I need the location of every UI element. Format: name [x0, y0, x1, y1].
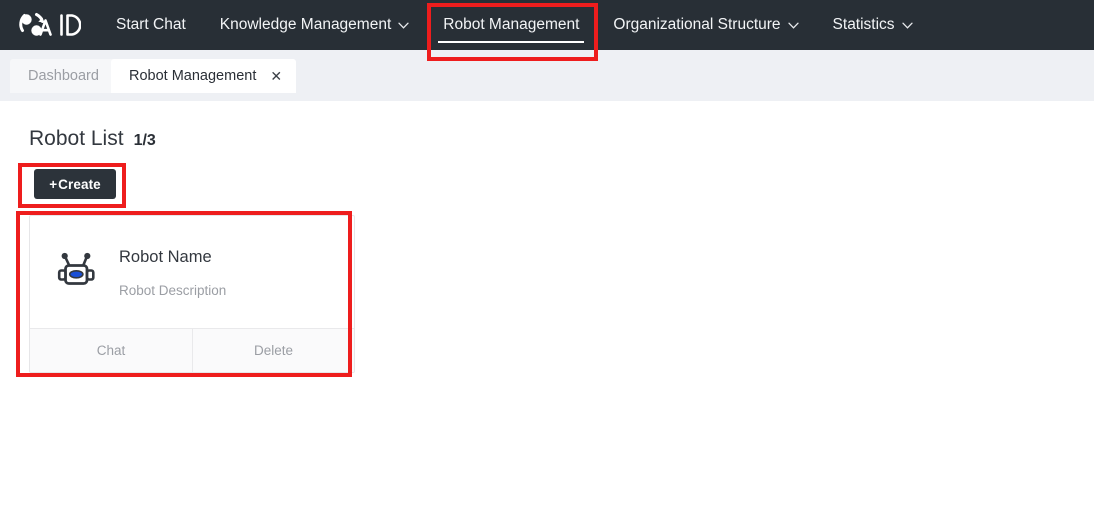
chevron-down-icon	[398, 16, 409, 34]
active-nav-underline	[438, 41, 585, 43]
nav-item-label: Knowledge Management	[219, 16, 392, 33]
nav-item-label: Organizational Structure	[613, 16, 781, 33]
robot-card[interactable]: Robot Name Robot Description Chat Delete	[29, 215, 355, 373]
delete-button-label: Delete	[253, 343, 294, 358]
robot-head-icon	[57, 252, 95, 285]
nav-item-label: Statistics	[832, 16, 895, 33]
chat-button[interactable]: Chat	[30, 329, 192, 372]
nav-item-label: Start Chat	[116, 16, 186, 33]
nav-item-robot-management[interactable]: Robot Management	[426, 0, 596, 50]
tab-dashboard[interactable]: Dashboard	[10, 59, 117, 93]
robot-count: 1/3	[133, 132, 156, 149]
app-window: Start Chat Knowledge Management Robot Ma…	[0, 0, 1094, 510]
nav-item-organizational-structure[interactable]: Organizational Structure	[596, 0, 815, 50]
create-button[interactable]: + Create	[34, 169, 116, 199]
chevron-down-icon	[787, 16, 799, 34]
tab-label: Dashboard	[28, 68, 99, 84]
page-title-text: Robot List	[29, 127, 124, 150]
robot-info: Robot Name Robot Description	[119, 248, 226, 299]
nav-item-knowledge-management[interactable]: Knowledge Management	[203, 0, 426, 50]
close-icon[interactable]: ✕	[270, 69, 282, 83]
robot-description: Robot Description	[119, 282, 227, 298]
delete-button[interactable]: Delete	[192, 329, 354, 372]
plus-icon: +	[49, 176, 58, 192]
page-title: Robot List 1/3	[29, 127, 156, 151]
aid-circular-logo-icon	[19, 13, 52, 36]
nav-item-start-chat[interactable]: Start Chat	[99, 0, 203, 50]
chat-button-label: Chat	[96, 343, 126, 358]
chevron-down-icon	[901, 16, 913, 34]
tab-label: Robot Management	[129, 68, 257, 84]
tab-strip: Dashboard Robot Management ✕	[0, 50, 1094, 101]
robot-card-actions: Chat Delete	[30, 328, 354, 372]
robot-name: Robot Name	[119, 247, 212, 266]
logo[interactable]	[16, 0, 81, 50]
main-nav: Start Chat Knowledge Management Robot Ma…	[99, 0, 930, 50]
content-panel: Robot List 1/3 + Create Robot Name Robot…	[7, 101, 1094, 510]
robot-card-body: Robot Name Robot Description	[30, 216, 354, 330]
top-navigation-bar: Start Chat Knowledge Management Robot Ma…	[0, 0, 1094, 50]
tab-robot-management[interactable]: Robot Management ✕	[111, 59, 297, 93]
aid-wordmark	[60, 14, 81, 36]
nav-item-statistics[interactable]: Statistics	[816, 0, 930, 50]
create-button-label: Create	[58, 176, 101, 192]
nav-item-label: Robot Management	[443, 16, 580, 33]
